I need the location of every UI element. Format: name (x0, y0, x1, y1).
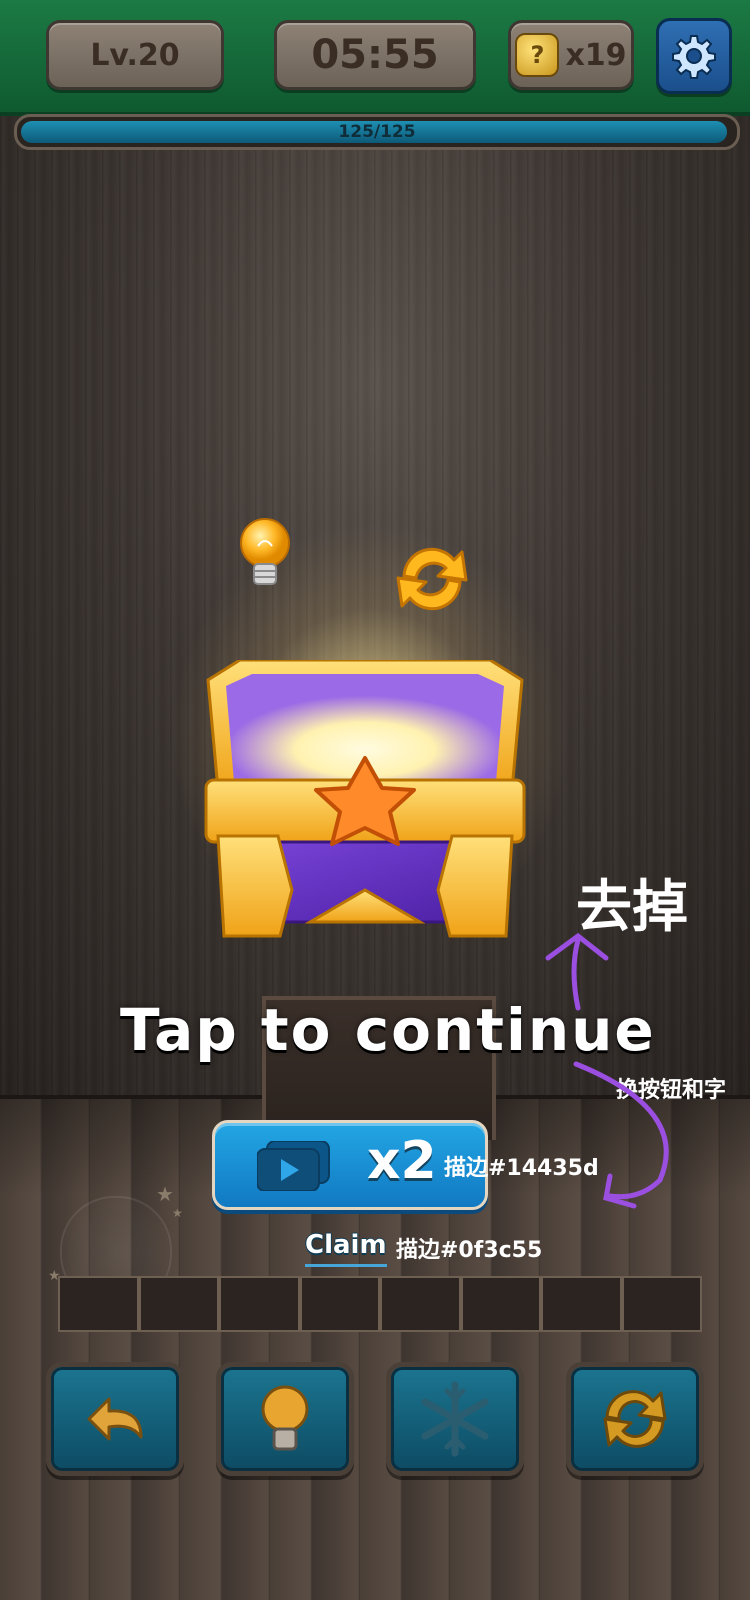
item-slot (219, 1276, 300, 1332)
lightbulb-icon (261, 1385, 309, 1451)
annotation-remove: 去掉 (576, 875, 688, 940)
level-badge: Lv.20 (46, 20, 224, 90)
x2-label: x2 (367, 1131, 437, 1191)
freeze-button[interactable] (386, 1362, 524, 1476)
undo-button[interactable] (46, 1362, 184, 1476)
undo-arrow-icon (87, 1397, 143, 1441)
question-block-icon: ? (515, 33, 560, 77)
annotation-change-button: 换按钮和字 (616, 1078, 727, 1103)
claim-link[interactable]: Claim (305, 1230, 387, 1260)
hint-count: x19 (565, 37, 627, 73)
level-progress-bar: 125/125 (14, 114, 740, 150)
refresh-icon (603, 1390, 667, 1448)
tap-to-continue-text[interactable]: Tap to continue (120, 996, 656, 1064)
treasure-chest-open-icon (204, 660, 526, 938)
item-slot (138, 1276, 219, 1332)
snowflake-icon (421, 1381, 489, 1457)
settings-button[interactable] (656, 18, 732, 94)
lightbulb-icon (240, 518, 290, 585)
sparkle-star: ★ (172, 1206, 183, 1220)
hint-counter[interactable]: ? x19 (508, 20, 634, 90)
item-slot (621, 1276, 702, 1332)
gear-icon (672, 35, 716, 79)
timer-display: 05:55 (274, 20, 476, 90)
item-slot (541, 1276, 622, 1332)
annotation-claim-stroke: 描边#0f3c55 (396, 1238, 543, 1263)
item-slot (460, 1276, 541, 1332)
item-slot-tray (58, 1276, 702, 1332)
item-slot (380, 1276, 461, 1332)
item-slot (58, 1276, 139, 1332)
timer-text: 05:55 (311, 32, 439, 78)
refresh-icon (396, 547, 468, 611)
hint-button[interactable] (216, 1362, 354, 1476)
video-play-icon (257, 1141, 330, 1191)
sparkle-star: ★ (156, 1182, 174, 1206)
annotation-button-stroke: 描边#14435d (444, 1156, 599, 1181)
progress-text: 125/125 (338, 122, 416, 142)
item-slot (299, 1276, 380, 1332)
shuffle-button[interactable] (566, 1362, 704, 1476)
claim-underline (305, 1264, 387, 1267)
level-label: Lv.20 (90, 37, 180, 73)
